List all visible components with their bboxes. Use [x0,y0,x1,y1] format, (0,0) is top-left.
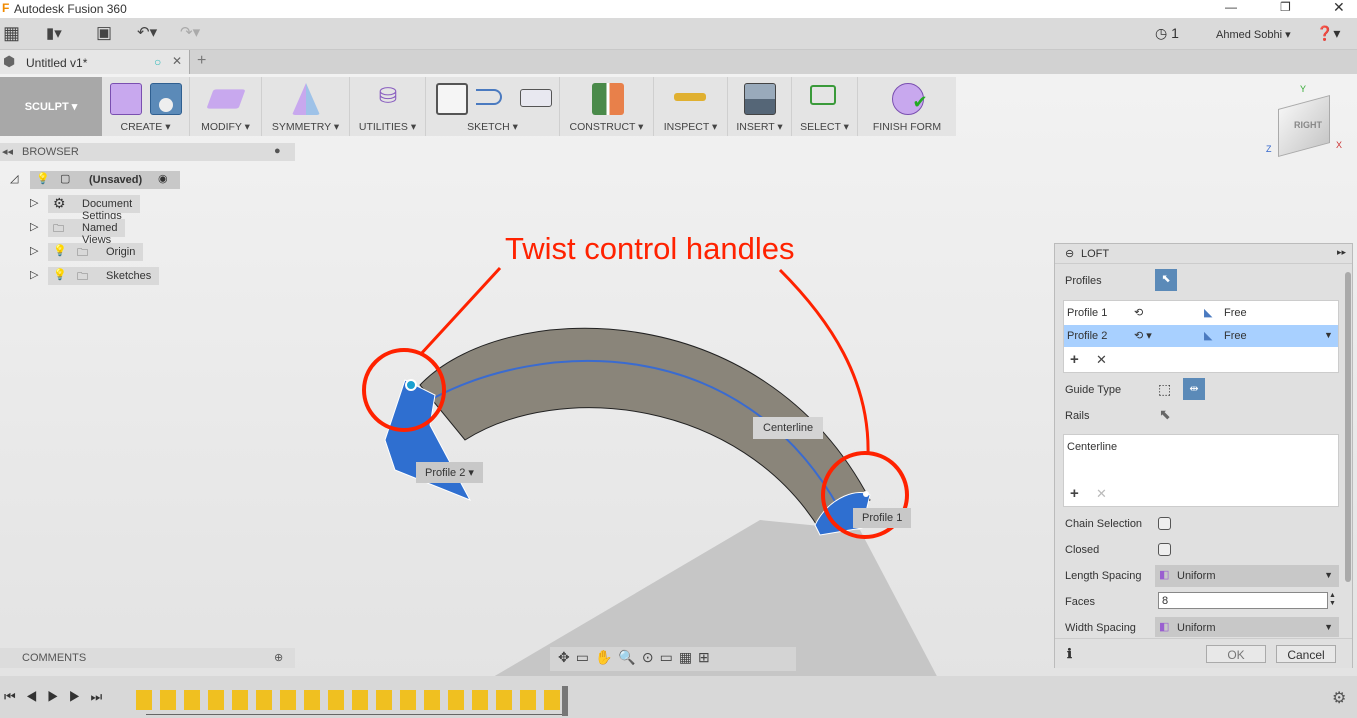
timeline-settings-gear-icon[interactable]: ⚙ [1332,688,1346,708]
display-settings-icon[interactable]: ▭ [660,649,679,665]
navigation-bar: ✥▭✋🔍⊙▭▦⊞ [550,647,796,671]
annotation-line-left [418,266,502,357]
length-spacing-dropdown[interactable]: ◧ Uniform ▼ [1155,565,1339,587]
direction-icon[interactable]: ⟲ [1134,306,1143,319]
profile-name: Profile 1 [1067,307,1108,319]
profile-row-1[interactable]: Profile 1 ⟲ ◣ Free [1064,303,1338,324]
profile-condition[interactable]: Free [1224,307,1247,319]
loft-title: LOFT [1081,248,1110,260]
twist-handle-2[interactable] [405,379,417,391]
info-icon[interactable]: ℹ [1067,646,1072,662]
loft-dialog: ⊖ LOFT ▸▸ Profiles ⬉ Profile 1 ⟲ ◣ Free Profi… [1054,243,1353,668]
width-spacing-value: Uniform [1177,622,1216,634]
timeline-features[interactable] [136,690,566,710]
uniform-icon: ◧ [1159,569,1170,581]
viewports-icon[interactable]: ⊞ [698,649,716,665]
minimize-dialog-icon[interactable]: ⊖ [1065,247,1074,260]
direction-icon[interactable]: ⟲ ▾ [1134,329,1152,342]
zoom-icon[interactable]: 🔍 [618,649,641,665]
condition-icon: ◣ [1204,307,1213,319]
chain-selection-label: Chain Selection [1065,518,1143,530]
timeline: ⏮◀▶▶⏭ ⚙ [0,676,1357,718]
look-at-icon[interactable]: ▭ [576,649,595,665]
profile-1-label[interactable]: Profile 1 [853,508,912,528]
chain-selection-checkbox[interactable] [1158,517,1171,530]
fit-icon[interactable]: ⊙ [642,649,660,665]
rails-list: Centerline + ✕ [1063,434,1339,507]
comments-title: COMMENTS [22,652,87,664]
playback-controls[interactable]: ⏮◀▶▶⏭ [4,689,112,705]
profiles-select-button[interactable]: ⬉ [1155,269,1177,291]
chevron-down-icon: ▼ [1324,622,1333,632]
add-comment-icon[interactable]: ⊕ [274,651,283,664]
profiles-label: Profiles [1065,275,1102,287]
profile-name: Profile 2 [1067,330,1108,342]
faces-label: Faces [1065,596,1095,608]
chevron-down-icon[interactable]: ▼ [1324,330,1333,340]
cancel-button[interactable]: Cancel [1276,645,1336,663]
rails-label: Rails [1065,410,1090,422]
width-spacing-dropdown[interactable]: ◧ Uniform ▼ [1155,617,1339,637]
centerline-guide-button[interactable]: ⇹ [1183,378,1205,400]
length-spacing-label: Length Spacing [1065,570,1142,582]
dialog-footer: ℹ OK Cancel [1055,638,1352,668]
width-spacing-label: Width Spacing [1065,622,1136,634]
rails-guide-icon[interactable]: ⬚ [1158,381,1171,398]
annotation-text: Twist control handles [505,231,795,266]
profile-row-2[interactable]: Profile 2 ⟲ ▾ ◣ Free ▼ [1064,325,1338,347]
faces-input[interactable]: 8 [1158,592,1328,609]
closed-checkbox[interactable] [1158,543,1171,556]
profile-2-label[interactable]: Profile 2 ▾ [416,462,483,483]
comments-panel[interactable]: COMMENTS ⊕ [0,648,295,668]
profiles-list: Profile 1 ⟲ ◣ Free Profile 2 ⟲ ▾ ◣ Free ▼ + ✕ [1063,300,1339,373]
rails-select-cursor-icon[interactable]: ⬉ [1159,406,1171,423]
grid-icon[interactable]: ▦ [679,649,698,665]
guide-type-label: Guide Type [1065,384,1122,396]
twist-handle-1[interactable] [863,491,869,497]
remove-rail-button[interactable]: ✕ [1096,486,1107,502]
length-spacing-value: Uniform [1177,570,1216,582]
faces-stepper[interactable]: ▲ ▼ [1329,592,1336,608]
timeline-track [146,714,566,715]
add-rail-button[interactable]: + [1070,485,1079,502]
pan-icon[interactable]: ✋ [595,649,618,665]
rail-item[interactable]: Centerline [1067,441,1117,453]
condition-icon: ◣ [1204,330,1213,342]
loft-header[interactable]: ⊖ LOFT ▸▸ [1055,244,1352,264]
ok-button[interactable]: OK [1206,645,1266,663]
chevron-down-icon: ▼ [1324,570,1333,580]
closed-label: Closed [1065,544,1100,556]
expand-dialog-icon[interactable]: ▸▸ [1337,247,1346,258]
profile-2-text: Profile 2 [425,467,466,479]
centerline-label[interactable]: Centerline [753,417,824,439]
dialog-scrollbar[interactable] [1345,272,1351,582]
add-profile-button[interactable]: + [1070,351,1079,368]
orbit-icon[interactable]: ✥ [558,649,576,665]
remove-profile-button[interactable]: ✕ [1096,352,1107,368]
timeline-marker[interactable] [562,686,568,716]
uniform-icon: ◧ [1159,621,1170,633]
profile-condition[interactable]: Free [1224,330,1247,342]
